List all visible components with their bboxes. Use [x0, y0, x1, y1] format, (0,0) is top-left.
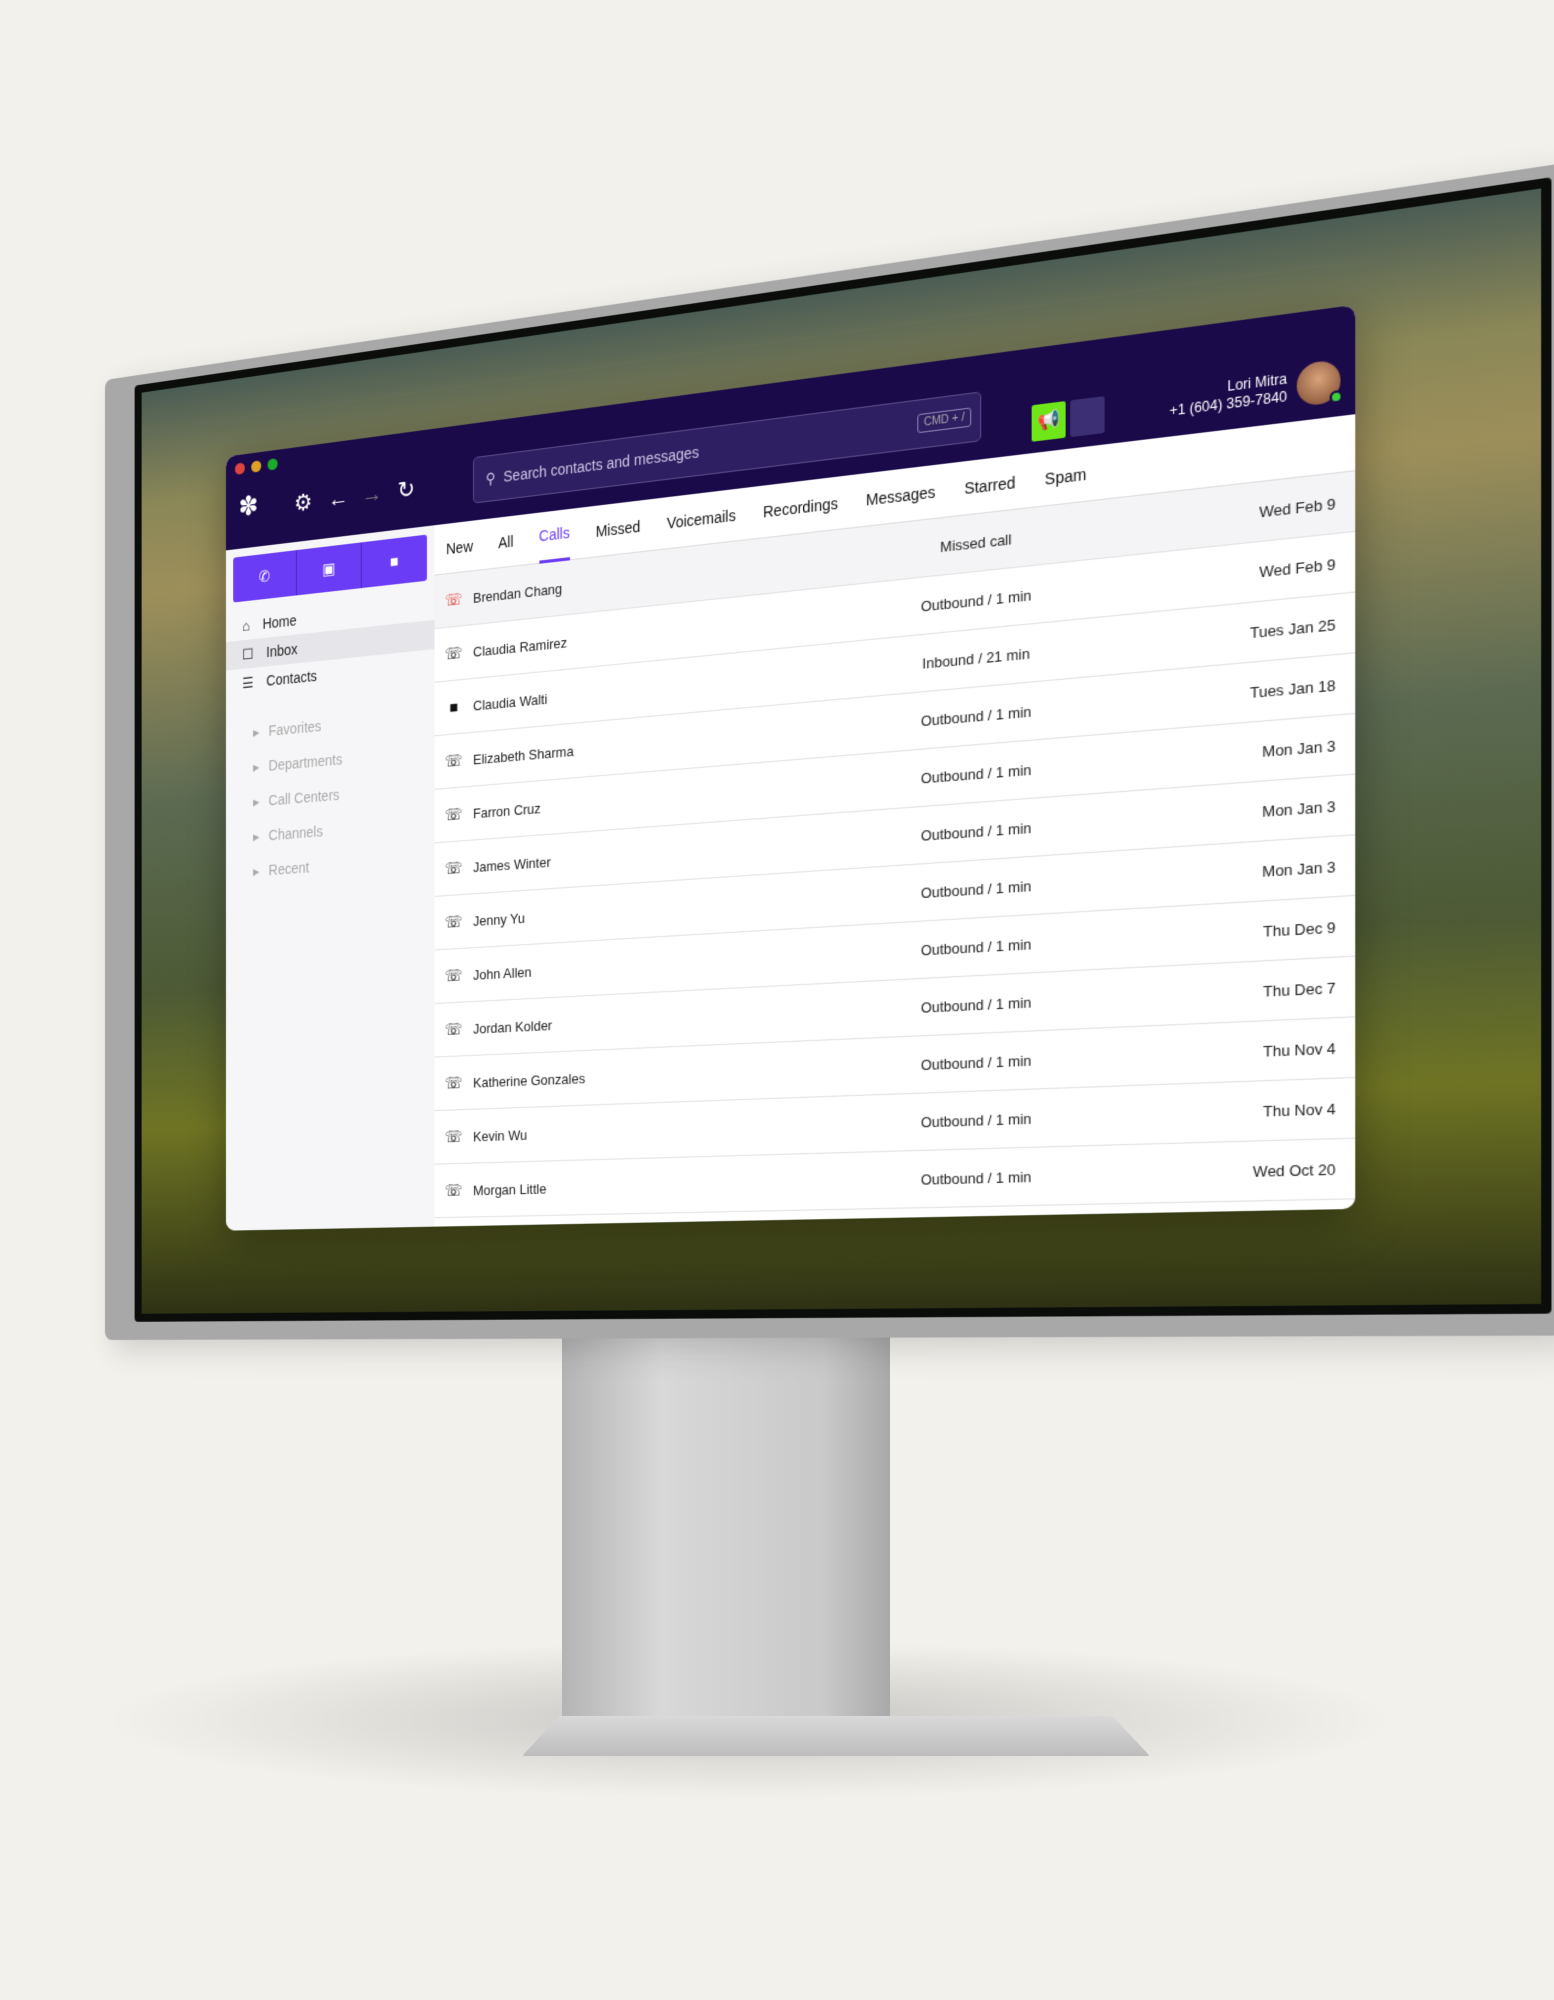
- call-detail: Outbound / 1 min: [920, 1051, 1032, 1073]
- maximize-window-button[interactable]: [267, 457, 278, 471]
- call-date: Mon Jan 3: [1262, 736, 1336, 760]
- arrow-left-icon[interactable]: ←: [328, 484, 348, 514]
- caret-right-icon: ▸: [253, 792, 260, 810]
- minimize-window-button[interactable]: [251, 460, 262, 473]
- caret-right-icon: ▸: [253, 722, 260, 740]
- outbound-call-icon: ☏: [444, 644, 463, 664]
- contact-name: Claudia Ramirez: [473, 633, 568, 660]
- call-date: Mon Jan 3: [1262, 857, 1336, 880]
- call-date: Tues Jan 25: [1249, 615, 1336, 642]
- outbound-call-icon: ☏: [444, 1128, 463, 1147]
- caret-right-icon: ▸: [253, 757, 260, 775]
- main-panel: New All Calls Missed Voicemails Recordings Mes…: [434, 414, 1356, 1226]
- call-detail: Outbound / 1 min: [920, 1109, 1032, 1131]
- monitor-base: [522, 1716, 1150, 1756]
- secondary-button[interactable]: [1070, 396, 1105, 438]
- tab-spam[interactable]: Spam: [1045, 446, 1087, 506]
- online-status-dot: [1329, 389, 1343, 405]
- call-date: Mon Jan 3: [1262, 796, 1336, 820]
- phone-icon: ✆: [258, 567, 271, 587]
- outbound-call-icon: ☏: [444, 966, 463, 986]
- contact-name: Morgan Little: [473, 1180, 547, 1198]
- contact-name: Jordan Kolder: [473, 1016, 553, 1037]
- search-icon: ⚲: [485, 468, 496, 487]
- video-icon: ■: [389, 552, 399, 571]
- desktop-wallpaper: ✽ ⚙ ← → ↻ ⚲ Search contacts and messages…: [141, 188, 1542, 1314]
- call-detail: Outbound / 1 min: [920, 876, 1032, 901]
- contact-name: Jenny Yu: [473, 909, 525, 929]
- tab-all[interactable]: All: [498, 515, 513, 568]
- app-logo-icon: ✽: [238, 489, 259, 523]
- contact-name: James Winter: [473, 853, 551, 875]
- gear-icon[interactable]: ⚙: [294, 488, 312, 517]
- tab-recordings[interactable]: Recordings: [763, 476, 838, 538]
- screen: ✽ ⚙ ← → ↻ ⚲ Search contacts and messages…: [134, 177, 1552, 1322]
- monitor: ✽ ⚙ ← → ↻ ⚲ Search contacts and messages…: [105, 162, 1554, 1341]
- call-date: Wed Feb 9: [1259, 554, 1336, 581]
- call-date: Tues Jan 18: [1249, 675, 1336, 701]
- tab-calls[interactable]: Calls: [538, 508, 570, 564]
- outbound-call-icon: ☏: [444, 1181, 463, 1201]
- broadcast-button[interactable]: 📢: [1031, 401, 1066, 442]
- outbound-call-icon: ☏: [444, 751, 463, 772]
- contact-name: Farron Cruz: [473, 799, 541, 821]
- contact-name: Kevin Wu: [473, 1126, 527, 1145]
- refresh-icon[interactable]: ↻: [397, 475, 414, 504]
- outbound-call-icon: ☏: [444, 805, 463, 825]
- app-window: ✽ ⚙ ← → ↻ ⚲ Search contacts and messages…: [225, 304, 1356, 1231]
- call-date: Wed Feb 9: [1259, 494, 1336, 521]
- contact-name: Claudia Walti: [473, 690, 548, 714]
- call-date: Wed Oct 20: [1252, 1160, 1336, 1180]
- call-date: Thu Dec 9: [1263, 917, 1336, 940]
- sidebar: ✆ ▣ ■ ⌂ Home ☐ Inbox ☰ Contacts ▸ Favorites …: [225, 525, 435, 1231]
- inbox-icon: ☐: [242, 644, 254, 663]
- call-date: Thu Nov 4: [1263, 1099, 1336, 1120]
- tab-messages[interactable]: Messages: [866, 464, 935, 526]
- video-button[interactable]: ■: [362, 535, 427, 588]
- tab-starred[interactable]: Starred: [964, 455, 1015, 515]
- home-icon: ⌂: [242, 617, 250, 635]
- outbound-call-icon: ☏: [444, 1020, 463, 1040]
- missed-call-icon: ☏: [444, 590, 463, 611]
- call-detail: Outbound / 1 min: [920, 935, 1032, 959]
- caret-right-icon: ▸: [253, 827, 260, 845]
- contacts-icon: ☰: [242, 673, 254, 691]
- call-button[interactable]: ✆: [233, 550, 297, 603]
- monitor-stand: [562, 1330, 890, 1730]
- contact-name: John Allen: [473, 963, 532, 983]
- call-date: Thu Dec 7: [1263, 978, 1336, 1000]
- user-info[interactable]: Lori Mitra +1 (604) 359-7840: [1169, 371, 1287, 421]
- contact-name: Brendan Chang: [473, 579, 563, 606]
- message-button[interactable]: ▣: [296, 542, 362, 596]
- arrow-right-icon[interactable]: →: [362, 479, 383, 509]
- contact-name: Katherine Gonzales: [473, 1069, 586, 1091]
- tab-voicemails[interactable]: Voicemails: [667, 488, 736, 548]
- call-detail: Outbound / 1 min: [920, 1167, 1032, 1188]
- outbound-call-icon: ☏: [444, 1074, 463, 1093]
- video-call-icon: ■: [449, 697, 459, 717]
- shortcut-hint: CMD + /: [917, 407, 972, 434]
- contact-name: Elizabeth Sharma: [473, 742, 574, 768]
- tab-missed[interactable]: Missed: [596, 500, 641, 557]
- close-window-button[interactable]: [234, 462, 245, 475]
- outbound-call-icon: ☏: [444, 912, 463, 933]
- message-icon: ▣: [322, 559, 336, 580]
- call-date: Thu Nov 4: [1263, 1038, 1336, 1060]
- call-list: ☏ Brendan Chang Missed call Wed Feb 9 ☏ C…: [434, 471, 1356, 1219]
- call-detail: Outbound / 1 min: [920, 993, 1032, 1016]
- outbound-call-icon: ☏: [444, 859, 463, 879]
- tab-new[interactable]: New: [446, 520, 473, 574]
- caret-right-icon: ▸: [253, 862, 260, 879]
